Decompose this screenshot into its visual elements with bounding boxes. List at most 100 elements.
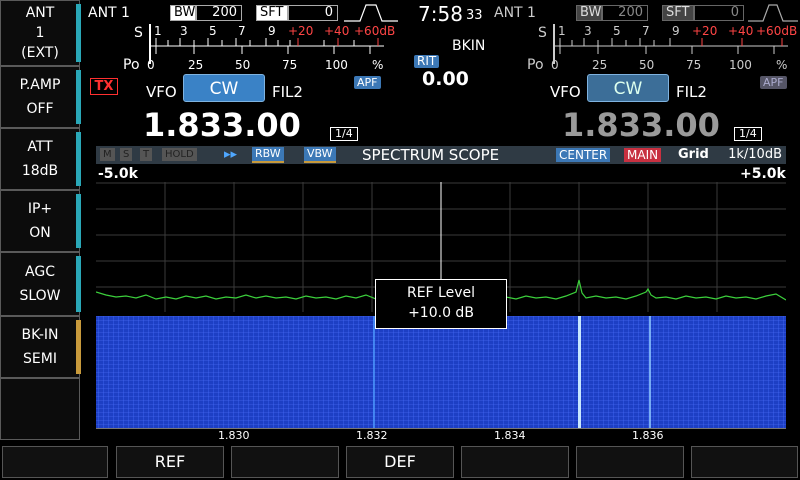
sub-s-tick-5: 5 (613, 24, 621, 38)
sub-filter-shape-icon (748, 4, 798, 22)
function-button-1[interactable] (2, 446, 108, 478)
def-button[interactable]: DEF (346, 446, 454, 478)
sub-bw-tag: BW (576, 5, 602, 21)
sub-po-tick-100: 100 (729, 58, 752, 72)
sub-s-tick-plus60: +60dB (756, 24, 798, 38)
waterfall-display[interactable] (96, 316, 786, 428)
scope-marker-m: M (100, 148, 115, 161)
sub-tuning-step: 1/4 (734, 127, 762, 141)
span-left-label: -5.0k (98, 166, 138, 182)
tx-indicator: TX (90, 78, 118, 95)
main-po-tick-75: 75 (282, 58, 298, 72)
main-s-tick-7: 7 (238, 24, 246, 38)
main-tuning-step: 1/4 (330, 127, 358, 141)
span-right-label: +5.0k (740, 166, 786, 182)
function-button-5[interactable] (461, 446, 569, 478)
att-value: 18dB (21, 163, 59, 179)
sub-vfo-label: VFO (550, 83, 581, 101)
main-s-tick-plus20: +20 (288, 24, 314, 38)
sub-s-tick-3: 3 (584, 24, 592, 38)
sub-s-tick-9: 9 (672, 24, 680, 38)
bkin-status: BKIN (452, 38, 486, 54)
bkin-value: SEMI (23, 351, 57, 367)
scope-play-icon: ▸▸ (224, 147, 238, 162)
sub-po-tick-25: 25 (592, 58, 608, 72)
agc-title: AGC (25, 264, 55, 280)
clock-seconds: 33 (466, 8, 483, 23)
ant-indicator (76, 4, 81, 62)
sub-s-tick-plus40: +40 (728, 24, 754, 38)
sub-s-label: S (538, 25, 547, 41)
sub-s-tick-7: 7 (642, 24, 650, 38)
preamp-value: OFF (26, 101, 54, 117)
main-s-tick-plus40: +40 (324, 24, 350, 38)
sub-po-tick-75: 75 (686, 58, 702, 72)
ipplus-button[interactable]: IP+ ON (0, 190, 80, 252)
sidebar-empty-slot (0, 378, 80, 440)
freq-tick-1830: 1.830 (218, 429, 250, 442)
vbw-tag[interactable]: VBW (304, 147, 336, 163)
main-po-tick-0: 0 (147, 58, 155, 72)
main-filter-shape-icon (344, 4, 398, 22)
scope-main-tag[interactable]: MAIN (624, 148, 662, 162)
ipplus-indicator (76, 194, 81, 248)
main-s-tick-9: 9 (268, 24, 276, 38)
sub-sft-tag: SFT (662, 5, 694, 21)
ipplus-value: ON (29, 225, 51, 241)
ant-button-ext: (EXT) (21, 45, 59, 61)
scope-center-mode[interactable]: CENTER (556, 148, 611, 162)
ant-button-title: ANT (25, 5, 55, 21)
bkin-title: BK-IN (21, 327, 59, 343)
agc-button[interactable]: AGC SLOW (0, 252, 80, 316)
rit-tag[interactable]: RIT (414, 55, 440, 68)
sub-filter-label: FIL2 (676, 83, 707, 101)
function-button-3[interactable] (231, 446, 339, 478)
scope-marker-t: T (140, 148, 153, 161)
sub-mode-button[interactable]: CW (587, 74, 669, 102)
scope-title: SPECTRUM SCOPE (362, 146, 500, 164)
scope-grid-label: Grid (678, 147, 709, 162)
preamp-button[interactable]: P.AMP OFF (0, 66, 80, 128)
waterfall-signal-trace (373, 316, 375, 428)
function-sidebar: ANT 1 (EXT) P.AMP OFF ATT 18dB IP+ ON AG… (0, 0, 84, 440)
agc-indicator (76, 256, 81, 312)
ipplus-title: IP+ (27, 201, 53, 217)
sub-po-tick-50: 50 (639, 58, 655, 72)
sub-frequency[interactable]: 1.833.00 (562, 106, 720, 144)
main-s-tick-5: 5 (209, 24, 217, 38)
att-button[interactable]: ATT 18dB (0, 128, 80, 190)
ant-button[interactable]: ANT 1 (EXT) (0, 0, 80, 66)
sub-sft-value: 0 (694, 5, 744, 21)
sub-s-tick-plus20: +20 (692, 24, 718, 38)
scope-header-bar: M S T HOLD ▸▸ RBW VBW SPECTRUM SCOPE CEN… (96, 146, 786, 164)
ref-level-value: +10.0 dB (408, 305, 474, 321)
main-ant-label: ANT 1 (88, 5, 130, 21)
rbw-tag[interactable]: RBW (252, 147, 284, 163)
ant-button-number: 1 (35, 25, 45, 41)
main-frequency[interactable]: 1.833.00 (143, 106, 301, 144)
main-po-tick-percent: % (372, 58, 384, 72)
function-button-7[interactable] (691, 446, 798, 478)
main-bw-value: 200 (196, 5, 242, 21)
main-mode-button[interactable]: CW (183, 74, 265, 102)
main-s-label: S (134, 25, 143, 41)
main-po-tick-50: 50 (235, 58, 251, 72)
main-apf-tag: APF (354, 76, 381, 89)
function-button-6[interactable] (576, 446, 684, 478)
scope-span-label: 1k/10dB (728, 147, 782, 162)
preamp-title: P.AMP (19, 77, 61, 93)
waterfall-signal-trace (649, 316, 651, 428)
agc-value: SLOW (19, 288, 61, 304)
main-s-tick-1: 1 (154, 24, 162, 38)
sub-po-tick-0: 0 (551, 58, 559, 72)
frequency-axis (96, 428, 786, 443)
main-po-tick-100: 100 (325, 58, 348, 72)
main-filter-label: FIL2 (272, 83, 303, 101)
freq-tick-1836: 1.836 (632, 429, 664, 442)
ref-button[interactable]: REF (116, 446, 224, 478)
sub-apf-tag: APF (760, 76, 787, 89)
ref-level-title: REF Level (406, 285, 476, 301)
bkin-button[interactable]: BK-IN SEMI (0, 316, 80, 378)
clock-hours-minutes: 7:58 (418, 2, 463, 26)
att-indicator (76, 132, 81, 186)
